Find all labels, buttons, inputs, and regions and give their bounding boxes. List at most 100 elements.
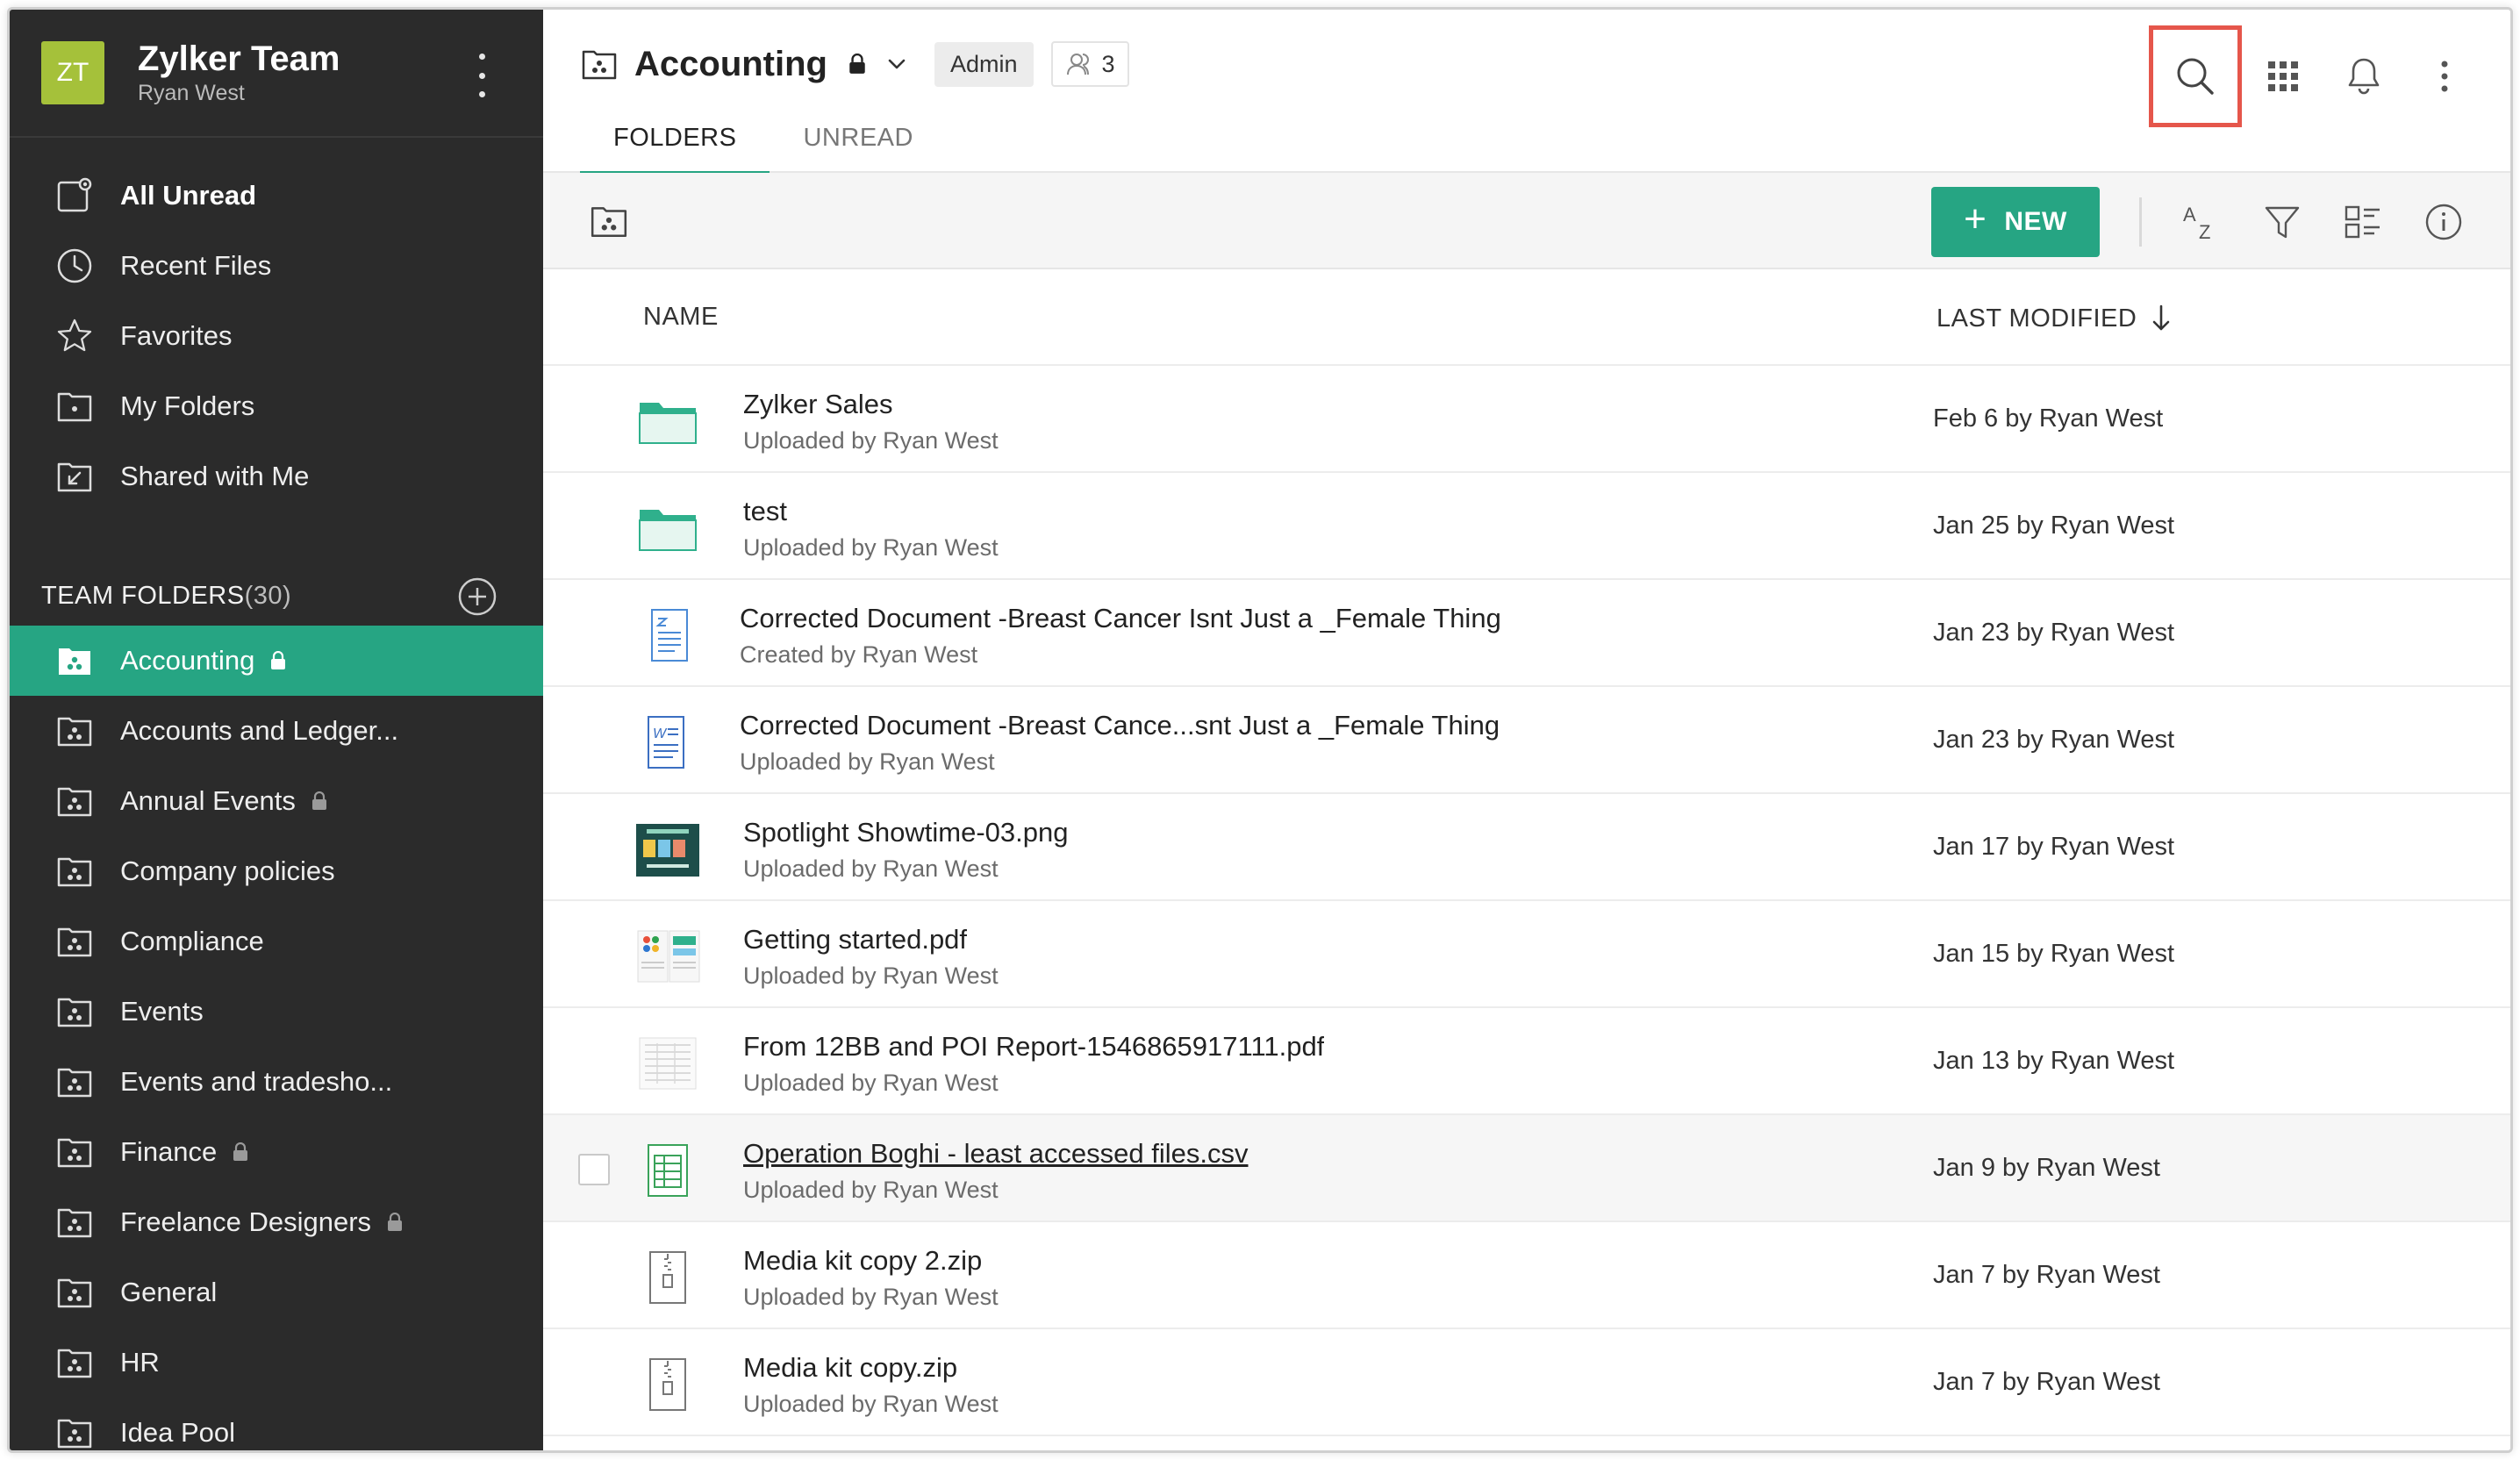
sidebar-item-annual-events[interactable]: Annual Events xyxy=(10,766,543,836)
sidebar-nav: All Unread Recent Files Favorites My Fol… xyxy=(10,138,543,512)
file-modified: Jan 23 by Ryan West xyxy=(1933,726,2175,754)
team-folder-icon xyxy=(57,1278,92,1308)
sidebar-item-general[interactable]: General xyxy=(10,1257,543,1328)
file-modified: Feb 6 by Ryan West xyxy=(1933,404,2164,433)
table-row[interactable]: Getting started.pdf Uploaded by Ryan Wes… xyxy=(543,901,2510,1008)
team-folder-icon xyxy=(582,50,617,80)
filter-button[interactable] xyxy=(2242,189,2323,255)
file-subtitle: Uploaded by Ryan West xyxy=(743,1070,999,1096)
sidebar-item-label: Shared with Me xyxy=(120,461,310,491)
sidebar-item-my-folders[interactable]: My Folders xyxy=(10,371,543,441)
file-name[interactable]: Media kit copy 2.zip xyxy=(743,1245,982,1277)
image-thumbnail-icon xyxy=(634,820,701,878)
grid-apps-icon xyxy=(2268,61,2298,91)
info-button[interactable] xyxy=(2403,189,2484,255)
file-name[interactable]: Corrected Document -Breast Cancer Isnt J… xyxy=(740,603,1501,634)
team-folder-icon xyxy=(57,717,92,747)
sidebar-item-compliance[interactable]: Compliance xyxy=(10,906,543,977)
sidebar-item-company-policies[interactable]: Company policies xyxy=(10,836,543,906)
sort-az-icon: AZ xyxy=(2183,204,2210,242)
file-subtitle: Uploaded by Ryan West xyxy=(743,1391,999,1417)
column-last-modified-label: LAST MODIFIED xyxy=(1937,304,2137,333)
file-subtitle: Uploaded by Ryan West xyxy=(743,427,999,454)
new-button[interactable]: + NEW xyxy=(1931,187,2100,257)
table-row[interactable]: Spotlight Showtime-03.png Uploaded by Ry… xyxy=(543,794,2510,901)
file-name[interactable]: Media kit copy.zip xyxy=(743,1352,957,1384)
team-folder-icon xyxy=(57,1138,92,1168)
add-circle-icon[interactable] xyxy=(457,576,498,617)
file-name[interactable]: test xyxy=(743,496,787,527)
team-folder-icon xyxy=(57,1419,92,1449)
notifications-button[interactable] xyxy=(2324,36,2403,117)
file-name[interactable]: From 12BB and POI Report-1546865917111.p… xyxy=(743,1031,1324,1063)
sidebar-item-label: Events and tradesho... xyxy=(120,1066,393,1097)
members-button[interactable]: 3 xyxy=(1050,41,1129,87)
sidebar-item-hr[interactable]: HR xyxy=(10,1328,543,1398)
team-name: Zylker Team xyxy=(138,39,340,78)
search-button[interactable] xyxy=(2149,25,2242,127)
zip-file-icon xyxy=(634,1249,701,1306)
file-subtitle: Uploaded by Ryan West xyxy=(743,855,999,882)
column-last-modified[interactable]: LAST MODIFIED xyxy=(1937,303,2173,334)
sidebar-item-label: General xyxy=(120,1277,218,1307)
team-folder-icon xyxy=(57,1208,92,1238)
filter-icon xyxy=(2265,206,2300,239)
sidebar-item-events-and-tradeshows[interactable]: Events and tradesho... xyxy=(10,1047,543,1117)
chevron-down-icon[interactable] xyxy=(885,53,908,75)
table-row[interactable]: From 12BB and POI Report-1546865917111.p… xyxy=(543,1008,2510,1115)
table-row[interactable]: Operation Boghi - least accessed files.c… xyxy=(543,1115,2510,1222)
team-avatar[interactable]: ZT xyxy=(41,41,104,104)
sidebar-item-label: Finance xyxy=(120,1136,218,1167)
team-folder-icon xyxy=(57,857,92,887)
table-row[interactable]: Corrected Document -Breast Cancer Isnt J… xyxy=(543,580,2510,687)
table-row[interactable]: Media kit copy 2.zip Uploaded by Ryan We… xyxy=(543,1222,2510,1329)
file-name[interactable]: Zylker Sales xyxy=(743,389,893,420)
sidebar-item-recent-files[interactable]: Recent Files xyxy=(10,231,543,301)
sidebar-item-label: Idea Pool xyxy=(120,1417,235,1448)
file-name[interactable]: Operation Boghi - least accessed files.c… xyxy=(743,1138,1249,1170)
table-row[interactable]: test Uploaded by Ryan West Jan 25 by Rya… xyxy=(543,473,2510,580)
folder-icon xyxy=(634,392,701,450)
team-folder-icon[interactable] xyxy=(589,201,629,241)
table-row[interactable]: Media kit copy.zip Uploaded by Ryan West… xyxy=(543,1329,2510,1436)
sidebar-item-events[interactable]: Events xyxy=(10,977,543,1047)
team-header[interactable]: ZT Zylker Team Ryan West xyxy=(10,10,543,138)
sidebar-item-accounting[interactable]: Accounting xyxy=(10,626,543,696)
pdf-document-icon xyxy=(634,1034,701,1092)
toolbar-divider xyxy=(2139,197,2142,247)
list-view-icon xyxy=(2345,205,2380,239)
sort-button[interactable]: AZ xyxy=(2161,189,2242,255)
sidebar-item-idea-pool[interactable]: Idea Pool xyxy=(10,1398,543,1450)
sidebar-item-finance[interactable]: Finance xyxy=(10,1117,543,1187)
tab-folders[interactable]: FOLDERS xyxy=(580,104,770,175)
file-name[interactable]: Spotlight Showtime-03.png xyxy=(743,817,1069,848)
page-title: Accounting xyxy=(634,44,827,83)
table-row[interactable]: Zylker Sales Uploaded by Ryan West Feb 6… xyxy=(543,366,2510,473)
more-vertical-icon xyxy=(2441,61,2448,92)
sidebar-item-shared-with-me[interactable]: Shared with Me xyxy=(10,441,543,512)
file-subtitle: Uploaded by Ryan West xyxy=(743,963,999,989)
lock-icon xyxy=(233,1142,248,1161)
more-menu-button[interactable] xyxy=(2405,36,2484,117)
lock-icon xyxy=(849,54,865,74)
sidebar-item-accounts-and-ledger[interactable]: Accounts and Ledger... xyxy=(10,696,543,766)
apps-button[interactable] xyxy=(2244,36,2323,117)
view-toggle-button[interactable] xyxy=(2323,189,2403,255)
new-button-label: NEW xyxy=(2004,207,2067,236)
table-row[interactable]: W Corrected Document -Breast Cance...snt… xyxy=(543,687,2510,794)
sidebar-item-favorites[interactable]: Favorites xyxy=(10,301,543,371)
sidebar-item-freelance-designers[interactable]: Freelance Designers xyxy=(10,1187,543,1257)
lock-icon xyxy=(388,1213,403,1231)
team-menu-icon[interactable] xyxy=(473,54,490,97)
tab-unread[interactable]: UNREAD xyxy=(770,104,946,175)
file-modified: Jan 13 by Ryan West xyxy=(1933,1047,2175,1075)
file-name[interactable]: Corrected Document -Breast Cance...snt J… xyxy=(740,710,1500,741)
sidebar-item-label: Events xyxy=(120,996,204,1027)
row-checkbox[interactable] xyxy=(578,1154,610,1185)
file-name[interactable]: Getting started.pdf xyxy=(743,924,967,955)
team-folder-icon xyxy=(57,927,92,957)
sidebar-item-all-unread[interactable]: All Unread xyxy=(10,161,543,231)
sidebar-item-label: Company policies xyxy=(120,855,335,886)
column-name[interactable]: NAME xyxy=(643,303,719,332)
lock-icon xyxy=(311,791,326,810)
